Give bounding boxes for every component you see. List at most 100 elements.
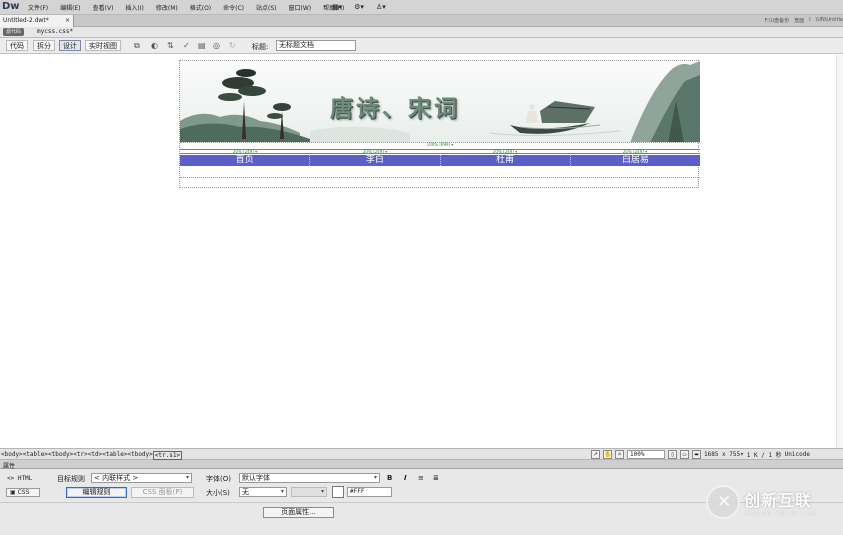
size-label: 大小(S) — [206, 489, 230, 497]
title-input[interactable]: 无标题文档 — [276, 40, 356, 51]
edit-rule-button[interactable]: 编辑规则 — [66, 487, 127, 498]
desktop-size-icon[interactable]: ▬ — [692, 450, 701, 459]
browser-check-icon[interactable]: ◎ — [213, 41, 220, 50]
tag-table-inner[interactable]: <table> — [102, 451, 127, 460]
color-swatch[interactable] — [332, 486, 344, 498]
italic-button[interactable]: I — [404, 474, 407, 482]
path-segment: I — [809, 17, 811, 23]
vertical-scrollbar[interactable] — [836, 55, 843, 448]
refresh-icon[interactable]: ↻ — [229, 41, 236, 50]
menu-site[interactable]: 站点(S) — [250, 3, 283, 12]
layout-icon[interactable]: ▦▾ — [332, 3, 342, 11]
live-view-button[interactable]: 实时视图 — [85, 40, 121, 51]
banner-title: 唐诗、宋词 — [330, 95, 460, 122]
css-mode-button[interactable]: ▣ CSS — [6, 488, 40, 497]
menu-window[interactable]: 窗口(W) — [283, 3, 318, 12]
tag-tr[interactable]: <tr> — [73, 451, 87, 460]
tablet-size-icon[interactable]: ▭ — [680, 450, 689, 459]
multiscreen-icon[interactable]: ⧉ — [134, 41, 140, 51]
menu-modify[interactable]: 修改(M) — [150, 3, 184, 12]
css-panel-button[interactable]: CSS 面板(P) — [131, 487, 194, 498]
bold-button[interactable]: B — [387, 474, 392, 482]
banner-image[interactable]: 唐诗、宋词 — [180, 61, 700, 143]
tag-selector: <body> <table> <tbody> <tr> <td> <table>… — [1, 451, 183, 460]
file-management-icon[interactable]: ⇅ — [167, 41, 174, 50]
align-left-icon[interactable]: ≡ — [418, 474, 424, 482]
tag-table[interactable]: <table> — [23, 451, 48, 460]
column-width-label[interactable]: 20% (249) ▾ — [310, 150, 440, 154]
menu-commands[interactable]: 命令(C) — [217, 3, 250, 12]
design-view-button[interactable]: 设计 — [59, 40, 81, 51]
menu-bar: Dw 文件(F) 编辑(E) 查看(V) 插入(I) 修改(M) 格式(O) 命… — [0, 0, 843, 15]
size-unit-select[interactable]: ▾ — [291, 487, 327, 497]
menu-list: 文件(F) 编辑(E) 查看(V) 插入(I) 修改(M) 格式(O) 命令(C… — [22, 3, 350, 12]
design-canvas[interactable]: 唐诗、宋词 100% (999) ▾ 20% (249) ▾ 20% (249)… — [0, 55, 843, 448]
menu-file[interactable]: 文件(F) — [22, 3, 54, 12]
status-right: ➚ ✋ ⌕ 100% ▯ ▭ ▬ 1685 x 755▾ 1 K / 1 秒 U… — [591, 450, 810, 459]
css-file-link[interactable]: mycss.css* — [37, 28, 73, 35]
chevron-down-icon: ▾ — [320, 488, 324, 495]
watermark-logo-icon — [706, 485, 740, 519]
select-tool-icon[interactable]: ➚ — [591, 450, 600, 459]
properties-header[interactable]: 属性 — [0, 460, 843, 470]
gear-icon[interactable]: ⚙▾ — [354, 3, 364, 11]
nav-cell-home[interactable]: 首页 — [180, 155, 311, 166]
font-value: 默认字体 — [242, 474, 270, 482]
path-segment: \UN\Untitle — [815, 17, 843, 23]
align-center-icon[interactable]: ≣ — [433, 474, 439, 482]
menu-edit[interactable]: 编辑(E) — [54, 3, 86, 12]
tag-tbody-inner[interactable]: <tbody> — [127, 451, 152, 460]
column-width-label[interactable]: 20% (249) ▾ — [570, 150, 700, 154]
validation-icon[interactable]: ✓ — [183, 41, 190, 50]
related-files-bar: 源代码 mycss.css* — [0, 27, 843, 38]
menu-insert[interactable]: 插入(I) — [119, 3, 149, 12]
size-value: 无 — [242, 488, 249, 496]
tag-current[interactable]: <tr.s1> — [152, 451, 183, 460]
path-segment: F:\U盘备份 — [764, 18, 790, 24]
chevron-down-icon: ▾ — [280, 488, 284, 495]
nav-cell-libai[interactable]: 李白 — [310, 155, 441, 166]
zoom-tool-icon[interactable]: ⌕ — [615, 450, 624, 459]
preview-icon[interactable]: ◐ — [151, 41, 158, 50]
tag-td[interactable]: <td> — [88, 451, 102, 460]
font-select[interactable]: 默认字体 ▾ — [239, 473, 380, 483]
nav-cell-baijuyi[interactable]: 白居易 — [571, 155, 700, 166]
column-width-label[interactable]: 20% (249) ▾ — [440, 150, 570, 154]
font-label: 字体(O) — [206, 475, 231, 483]
page-properties-button[interactable]: 页面属性... — [263, 507, 334, 518]
target-rule-select[interactable]: < 内联样式 > ▾ — [91, 473, 192, 483]
document-tab[interactable]: Untitled-2.dwt* × — [0, 15, 74, 27]
source-code-button[interactable]: 源代码 — [3, 28, 25, 36]
table-width-label: 100% (999) ▾ — [426, 142, 454, 147]
chevron-down-icon: ▾ — [373, 474, 377, 481]
menu-format[interactable]: 格式(O) — [184, 3, 217, 12]
download-size: 1 K / 1 秒 — [746, 452, 782, 459]
size-select[interactable]: 无 ▾ — [239, 487, 287, 497]
menu-view[interactable]: 查看(V) — [87, 3, 120, 12]
target-rule-label: 目标规则 — [57, 475, 85, 483]
status-bar: <body> <table> <tbody> <tr> <td> <table>… — [0, 448, 843, 460]
page-table[interactable]: 唐诗、宋词 100% (999) ▾ 20% (249) ▾ 20% (249)… — [179, 60, 700, 188]
empty-table-row[interactable] — [180, 177, 700, 178]
split-view-button[interactable]: 拆分 — [33, 40, 55, 51]
file-path: F:\U盘备份 宽面 I \UN\Untitle — [765, 17, 843, 24]
path-segment: 宽面 — [794, 18, 805, 24]
user-icon[interactable]: ♙▾ — [376, 3, 386, 11]
column-width-indicators: 20% (249) ▾ 20% (249) ▾ 20% (249) ▾ 20% … — [180, 150, 700, 154]
nav-cell-dufu[interactable]: 杜甫 — [441, 155, 571, 166]
mobile-size-icon[interactable]: ▯ — [668, 450, 677, 459]
code-view-button[interactable]: 代码 — [6, 40, 28, 51]
hand-tool-icon[interactable]: ✋ — [603, 450, 612, 459]
title-label: 标题: — [252, 43, 269, 51]
watermark-text: 创新互联 — [744, 491, 813, 510]
chevron-down-icon: ▾ — [185, 474, 189, 481]
color-input[interactable]: #FFF — [347, 487, 392, 497]
column-width-label[interactable]: 20% (249) ▾ — [180, 150, 310, 154]
close-icon[interactable]: × — [65, 17, 70, 24]
visual-aids-icon[interactable]: ▤ — [198, 41, 206, 50]
tag-body[interactable]: <body> — [1, 451, 23, 460]
html-mode-button[interactable]: <> HTML — [7, 475, 32, 482]
tag-tbody[interactable]: <tbody> — [48, 451, 73, 460]
zoom-select[interactable]: 100% — [627, 450, 665, 459]
window-size[interactable]: 1685 x 755▾ — [704, 451, 744, 458]
